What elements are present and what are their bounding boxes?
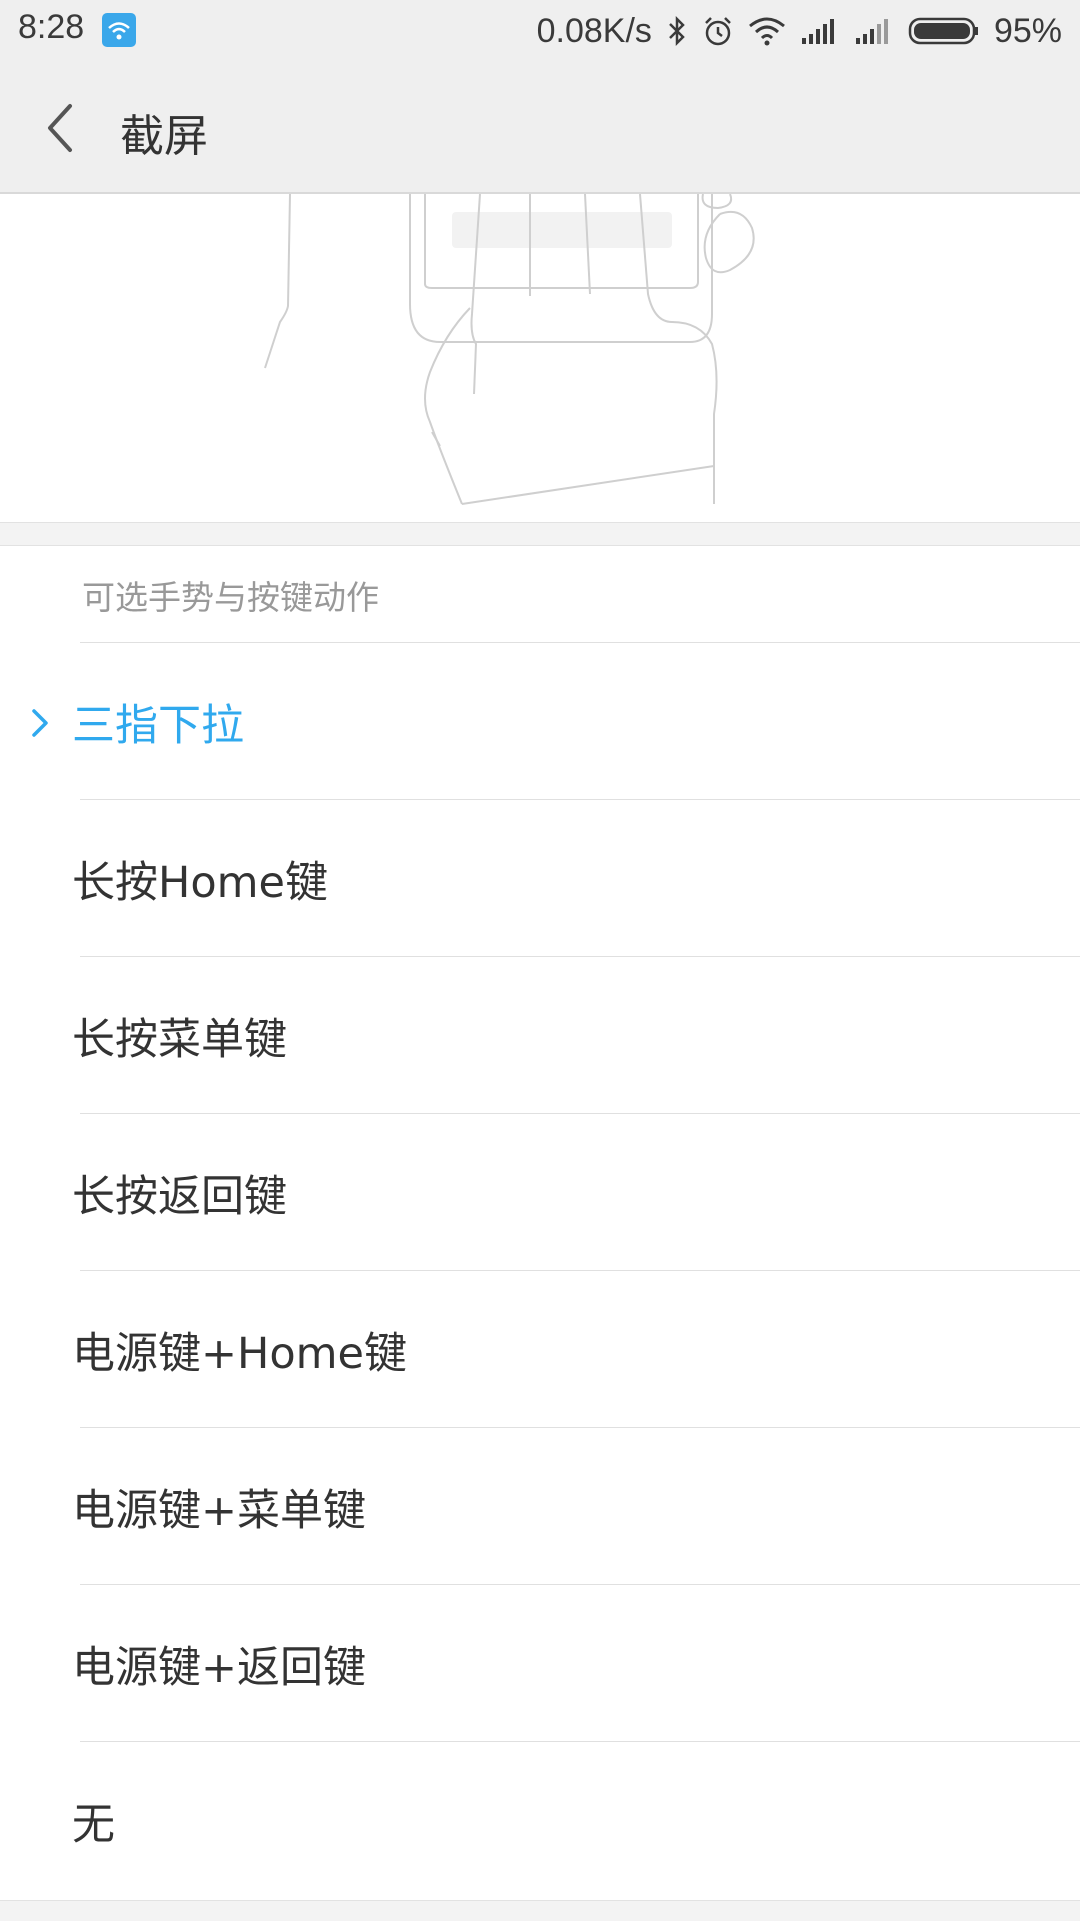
wifi-icon [748,17,785,46]
wifi-notification-icon [102,13,136,47]
back-button[interactable] [40,98,88,158]
option-label: 电源键+菜单键 [72,1485,367,1536]
three-finger-swipe-illustration [264,194,755,505]
section-gap [0,522,1080,546]
battery-percent: 95% [993,11,1062,50]
chevron-right-icon [32,709,48,737]
signal-icon [801,19,834,44]
network-speed: 0.08K/s [536,11,652,50]
bottom-band [0,1900,1080,1921]
status-time: 8:28 [18,8,85,46]
option-label: 长按菜单键 [72,1014,287,1065]
option-long-press-back[interactable]: 长按返回键 [0,1114,1080,1271]
signal-icon [855,19,888,44]
option-power-menu[interactable]: 电源键+菜单键 [0,1428,1080,1585]
battery-icon [908,17,978,45]
option-label: 长按Home键 [72,857,328,908]
option-label: 电源键+Home键 [72,1328,408,1379]
option-three-finger-swipe[interactable]: 三指下拉 [0,643,1080,800]
gesture-illustration [0,194,1080,522]
option-label: 长按返回键 [72,1171,287,1222]
section-header-label: 可选手势与按键动作 [82,578,379,617]
section-header: 可选手势与按键动作 [80,544,1080,643]
chevron-left-icon [48,104,72,152]
status-icons: 0.08K/s 95% [537,8,1062,54]
option-label: 无 [72,1799,115,1850]
option-label: 电源键+返回键 [72,1642,367,1693]
option-label: 三指下拉 [72,700,244,751]
status-bar: 8:28 0.08K/s 95% [0,0,1080,62]
option-none[interactable]: 无 [0,1742,1080,1899]
title-bar: 截屏 [0,62,1080,194]
bluetooth-icon [669,15,685,47]
option-power-home[interactable]: 电源键+Home键 [0,1271,1080,1428]
option-power-back[interactable]: 电源键+返回键 [0,1585,1080,1742]
option-long-press-menu[interactable]: 长按菜单键 [0,957,1080,1114]
page-title: 截屏 [120,111,208,162]
option-long-press-home[interactable]: 长按Home键 [0,800,1080,957]
alarm-icon [705,17,731,46]
